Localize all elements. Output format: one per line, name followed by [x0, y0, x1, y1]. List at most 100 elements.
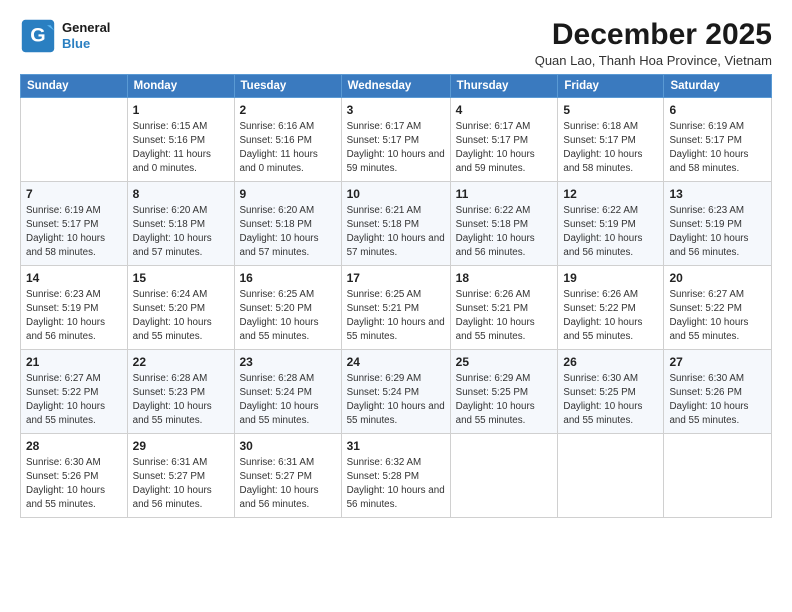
day-info: Sunrise: 6:25 AM Sunset: 5:20 PM Dayligh… — [240, 288, 336, 345]
calendar-cell: 9Sunrise: 6:20 AM Sunset: 5:18 PM Daylig… — [234, 182, 341, 266]
calendar-header: Sunday Monday Tuesday Wednesday Thursday… — [21, 75, 772, 98]
day-number: 25 — [456, 354, 553, 371]
day-info: Sunrise: 6:27 AM Sunset: 5:22 PM Dayligh… — [669, 288, 766, 345]
calendar-cell: 19Sunrise: 6:26 AM Sunset: 5:22 PM Dayli… — [558, 266, 664, 350]
day-number: 11 — [456, 186, 553, 203]
day-number: 27 — [669, 354, 766, 371]
calendar-cell: 17Sunrise: 6:25 AM Sunset: 5:21 PM Dayli… — [341, 266, 450, 350]
day-number: 7 — [26, 186, 122, 203]
day-info: Sunrise: 6:30 AM Sunset: 5:25 PM Dayligh… — [563, 372, 658, 429]
calendar-cell: 24Sunrise: 6:29 AM Sunset: 5:24 PM Dayli… — [341, 350, 450, 434]
day-info: Sunrise: 6:31 AM Sunset: 5:27 PM Dayligh… — [240, 456, 336, 513]
day-number: 30 — [240, 438, 336, 455]
title-area: December 2025 Quan Lao, Thanh Hoa Provin… — [535, 18, 772, 68]
calendar-cell: 27Sunrise: 6:30 AM Sunset: 5:26 PM Dayli… — [664, 350, 772, 434]
day-info: Sunrise: 6:26 AM Sunset: 5:22 PM Dayligh… — [563, 288, 658, 345]
day-info: Sunrise: 6:17 AM Sunset: 5:17 PM Dayligh… — [347, 120, 445, 177]
day-number: 31 — [347, 438, 445, 455]
day-info: Sunrise: 6:18 AM Sunset: 5:17 PM Dayligh… — [563, 120, 658, 177]
calendar-week-4: 21Sunrise: 6:27 AM Sunset: 5:22 PM Dayli… — [21, 350, 772, 434]
day-number: 15 — [133, 270, 229, 287]
day-number: 1 — [133, 102, 229, 119]
calendar-cell: 8Sunrise: 6:20 AM Sunset: 5:18 PM Daylig… — [127, 182, 234, 266]
day-info: Sunrise: 6:27 AM Sunset: 5:22 PM Dayligh… — [26, 372, 122, 429]
calendar-cell: 18Sunrise: 6:26 AM Sunset: 5:21 PM Dayli… — [450, 266, 558, 350]
day-number: 2 — [240, 102, 336, 119]
header-row: Sunday Monday Tuesday Wednesday Thursday… — [21, 75, 772, 98]
calendar-cell: 28Sunrise: 6:30 AM Sunset: 5:26 PM Dayli… — [21, 434, 128, 518]
calendar-cell: 12Sunrise: 6:22 AM Sunset: 5:19 PM Dayli… — [558, 182, 664, 266]
logo-line2: Blue — [62, 36, 110, 52]
calendar-week-5: 28Sunrise: 6:30 AM Sunset: 5:26 PM Dayli… — [21, 434, 772, 518]
calendar-cell: 3Sunrise: 6:17 AM Sunset: 5:17 PM Daylig… — [341, 98, 450, 182]
calendar-cell: 6Sunrise: 6:19 AM Sunset: 5:17 PM Daylig… — [664, 98, 772, 182]
day-number: 20 — [669, 270, 766, 287]
day-number: 21 — [26, 354, 122, 371]
day-number: 28 — [26, 438, 122, 455]
day-number: 12 — [563, 186, 658, 203]
calendar-cell: 29Sunrise: 6:31 AM Sunset: 5:27 PM Dayli… — [127, 434, 234, 518]
day-info: Sunrise: 6:15 AM Sunset: 5:16 PM Dayligh… — [133, 120, 229, 177]
day-number: 6 — [669, 102, 766, 119]
calendar-cell: 10Sunrise: 6:21 AM Sunset: 5:18 PM Dayli… — [341, 182, 450, 266]
logo-text: General Blue — [62, 20, 110, 51]
header-sunday: Sunday — [21, 75, 128, 98]
day-info: Sunrise: 6:30 AM Sunset: 5:26 PM Dayligh… — [26, 456, 122, 513]
calendar-cell: 15Sunrise: 6:24 AM Sunset: 5:20 PM Dayli… — [127, 266, 234, 350]
day-number: 17 — [347, 270, 445, 287]
day-info: Sunrise: 6:20 AM Sunset: 5:18 PM Dayligh… — [133, 204, 229, 261]
header-saturday: Saturday — [664, 75, 772, 98]
calendar-week-1: 1Sunrise: 6:15 AM Sunset: 5:16 PM Daylig… — [21, 98, 772, 182]
day-number: 22 — [133, 354, 229, 371]
day-info: Sunrise: 6:16 AM Sunset: 5:16 PM Dayligh… — [240, 120, 336, 177]
calendar-cell: 20Sunrise: 6:27 AM Sunset: 5:22 PM Dayli… — [664, 266, 772, 350]
logo: G General Blue — [20, 18, 110, 54]
logo-icon: G — [20, 18, 56, 54]
day-info: Sunrise: 6:32 AM Sunset: 5:28 PM Dayligh… — [347, 456, 445, 513]
calendar-cell: 23Sunrise: 6:28 AM Sunset: 5:24 PM Dayli… — [234, 350, 341, 434]
day-info: Sunrise: 6:25 AM Sunset: 5:21 PM Dayligh… — [347, 288, 445, 345]
calendar-cell: 4Sunrise: 6:17 AM Sunset: 5:17 PM Daylig… — [450, 98, 558, 182]
header-wednesday: Wednesday — [341, 75, 450, 98]
day-number: 24 — [347, 354, 445, 371]
day-info: Sunrise: 6:23 AM Sunset: 5:19 PM Dayligh… — [669, 204, 766, 261]
calendar-cell: 2Sunrise: 6:16 AM Sunset: 5:16 PM Daylig… — [234, 98, 341, 182]
calendar-body: 1Sunrise: 6:15 AM Sunset: 5:16 PM Daylig… — [21, 98, 772, 518]
day-number: 18 — [456, 270, 553, 287]
day-number: 23 — [240, 354, 336, 371]
day-info: Sunrise: 6:23 AM Sunset: 5:19 PM Dayligh… — [26, 288, 122, 345]
calendar-cell: 26Sunrise: 6:30 AM Sunset: 5:25 PM Dayli… — [558, 350, 664, 434]
header-tuesday: Tuesday — [234, 75, 341, 98]
day-info: Sunrise: 6:19 AM Sunset: 5:17 PM Dayligh… — [26, 204, 122, 261]
day-number: 14 — [26, 270, 122, 287]
day-info: Sunrise: 6:28 AM Sunset: 5:24 PM Dayligh… — [240, 372, 336, 429]
month-title: December 2025 — [535, 18, 772, 51]
calendar-cell — [21, 98, 128, 182]
day-info: Sunrise: 6:29 AM Sunset: 5:24 PM Dayligh… — [347, 372, 445, 429]
calendar-cell: 31Sunrise: 6:32 AM Sunset: 5:28 PM Dayli… — [341, 434, 450, 518]
day-info: Sunrise: 6:22 AM Sunset: 5:19 PM Dayligh… — [563, 204, 658, 261]
svg-text:G: G — [30, 24, 45, 46]
calendar-cell: 30Sunrise: 6:31 AM Sunset: 5:27 PM Dayli… — [234, 434, 341, 518]
calendar-cell: 13Sunrise: 6:23 AM Sunset: 5:19 PM Dayli… — [664, 182, 772, 266]
day-number: 26 — [563, 354, 658, 371]
day-number: 4 — [456, 102, 553, 119]
logo-line1: General — [62, 20, 110, 36]
calendar-cell: 25Sunrise: 6:29 AM Sunset: 5:25 PM Dayli… — [450, 350, 558, 434]
day-number: 10 — [347, 186, 445, 203]
day-info: Sunrise: 6:21 AM Sunset: 5:18 PM Dayligh… — [347, 204, 445, 261]
day-info: Sunrise: 6:19 AM Sunset: 5:17 PM Dayligh… — [669, 120, 766, 177]
calendar-cell: 22Sunrise: 6:28 AM Sunset: 5:23 PM Dayli… — [127, 350, 234, 434]
day-info: Sunrise: 6:20 AM Sunset: 5:18 PM Dayligh… — [240, 204, 336, 261]
day-info: Sunrise: 6:28 AM Sunset: 5:23 PM Dayligh… — [133, 372, 229, 429]
day-number: 5 — [563, 102, 658, 119]
calendar-cell — [664, 434, 772, 518]
location: Quan Lao, Thanh Hoa Province, Vietnam — [535, 53, 772, 68]
calendar-cell — [450, 434, 558, 518]
day-number: 8 — [133, 186, 229, 203]
day-info: Sunrise: 6:17 AM Sunset: 5:17 PM Dayligh… — [456, 120, 553, 177]
calendar-cell: 11Sunrise: 6:22 AM Sunset: 5:18 PM Dayli… — [450, 182, 558, 266]
calendar-week-2: 7Sunrise: 6:19 AM Sunset: 5:17 PM Daylig… — [21, 182, 772, 266]
calendar-cell: 16Sunrise: 6:25 AM Sunset: 5:20 PM Dayli… — [234, 266, 341, 350]
day-info: Sunrise: 6:26 AM Sunset: 5:21 PM Dayligh… — [456, 288, 553, 345]
